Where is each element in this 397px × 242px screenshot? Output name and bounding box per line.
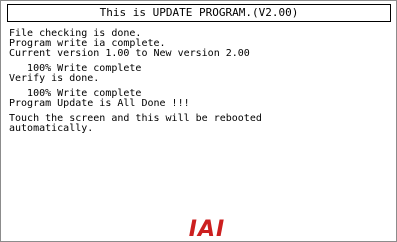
title-bar: This is UPDATE PROGRAM.(V2.00)	[7, 4, 391, 22]
log-group-check: File checking is done. Program write ia …	[9, 29, 389, 59]
log-line: Program Update is All Done !!!	[9, 98, 190, 109]
log-group-done: 100% Write complete Program Update is Al…	[9, 89, 389, 109]
log-line: Verify is done.	[9, 73, 100, 84]
update-screen[interactable]: This is UPDATE PROGRAM.(V2.00) File chec…	[0, 0, 397, 242]
log-group-verify: 100% Write complete Verify is done.	[9, 64, 389, 84]
update-log: File checking is done. Program write ia …	[9, 29, 389, 134]
reboot-instruction: Touch the screen and this will be reboot…	[9, 114, 389, 134]
log-line: automatically.	[9, 123, 94, 134]
iai-logo: IAI	[188, 217, 226, 242]
log-line: Current version 1.00 to New version 2.00	[9, 48, 250, 59]
